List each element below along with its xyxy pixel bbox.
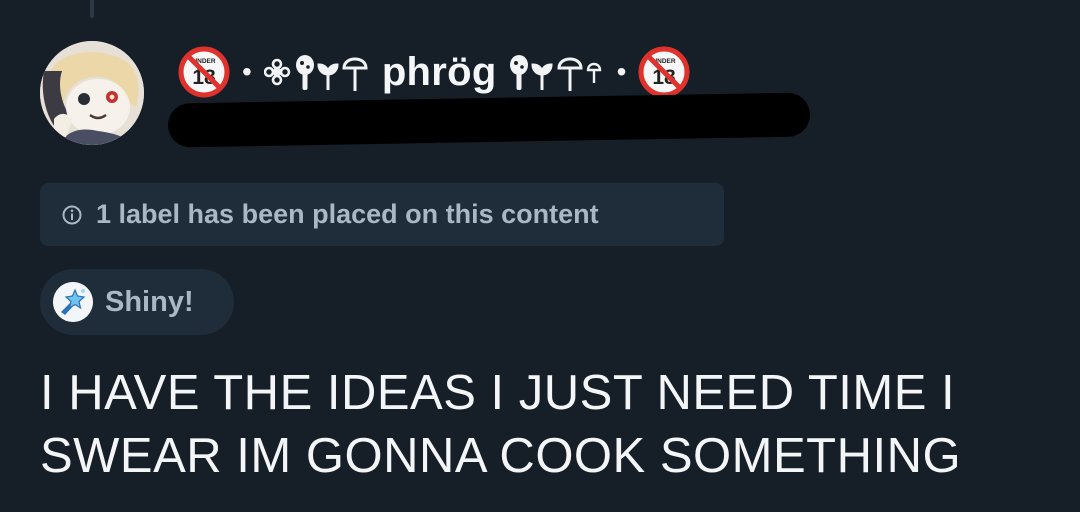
content-label-notice[interactable]: 1 label has been placed on this content (40, 183, 724, 246)
shiny-label-badge[interactable]: Shiny! (40, 269, 234, 335)
post-text: I HAVE THE IDEAS I JUST NEED TIME I SWEA… (40, 362, 1060, 488)
post-text-line-2: SWEAR IM GONNA COOK SOMETHING (40, 429, 962, 483)
avatar-illustration (40, 41, 144, 145)
mushroom-sprout-deco-icon (509, 50, 605, 94)
mushroom-deco-icon (263, 50, 370, 94)
author-display-name[interactable]: phrög (382, 50, 497, 95)
shiny-label-text: Shiny! (105, 285, 194, 318)
info-icon (62, 205, 82, 225)
sparkle-star-icon (53, 282, 93, 322)
label-notice-text: 1 label has been placed on this content (96, 199, 599, 229)
name-separator-dot-2: • (616, 56, 627, 87)
name-separator-dot: • (242, 56, 252, 87)
thread-connector-line (90, 0, 94, 18)
post-text-line-1: I HAVE THE IDEAS I JUST NEED TIME I (40, 366, 956, 420)
post-view: UNDER 18 • phrög • UNDER 18 1 label has … (0, 0, 1080, 512)
under-18-icon-2: UNDER 18 (638, 46, 690, 98)
under-18-icon: UNDER 18 (178, 46, 230, 98)
author-name-row[interactable]: UNDER 18 • phrög • UNDER 18 (178, 44, 690, 100)
avatar[interactable] (40, 41, 144, 145)
